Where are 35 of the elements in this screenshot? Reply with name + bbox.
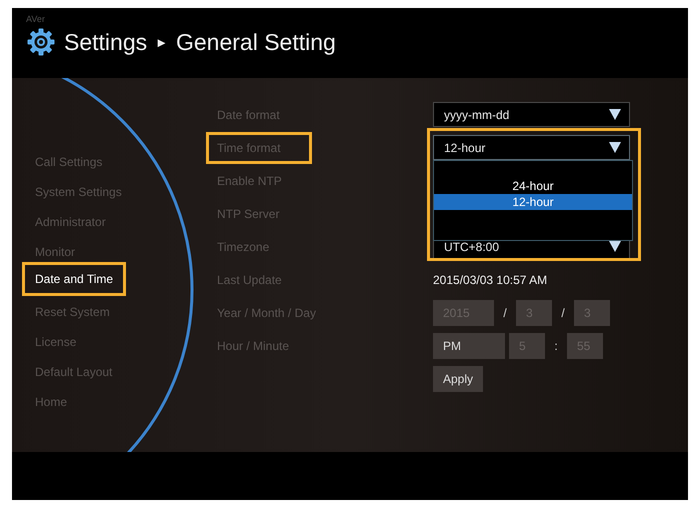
page-title: Settings <box>64 28 148 56</box>
dropdown-option[interactable]: 12-hour <box>434 194 632 210</box>
sidebar-item[interactable]: Default Layout <box>22 354 126 384</box>
sidebar-item[interactable]: Reset System <box>22 294 123 324</box>
field-label: Year / Month / Day <box>216 304 317 322</box>
last-update-value: 2015/03/03 10:57 AM <box>433 272 548 286</box>
logo-text: AVer <box>26 14 46 24</box>
field-separator: / <box>560 306 566 320</box>
sidebar-item[interactable]: Administrator <box>22 204 119 234</box>
dropdown-arrow-icon <box>609 109 621 120</box>
sidebar-item[interactable]: Monitor <box>22 234 88 264</box>
apply-button[interactable]: Apply <box>433 366 484 392</box>
dropdown-arrow-icon <box>609 142 621 153</box>
dropdown[interactable]: yyyy-mm-dd <box>433 102 630 127</box>
breadcrumb-separator: ► <box>155 34 168 50</box>
dropdown-option[interactable]: 24-hour <box>434 178 632 194</box>
input-field[interactable]: PM <box>433 332 505 358</box>
field-separator: / <box>502 306 508 320</box>
field-label: Last Update <box>216 272 283 288</box>
field-label: Date format <box>216 106 281 124</box>
field-label: NTP Server <box>216 206 280 222</box>
settings-icon <box>26 27 56 57</box>
page-subtitle: General Setting <box>176 28 336 56</box>
field-label: Timezone <box>216 238 270 256</box>
field-label: Hour / Minute <box>216 338 290 354</box>
sidebar-item[interactable]: License <box>22 324 90 354</box>
dropdown[interactable]: 12-hour <box>433 135 630 160</box>
sidebar-item[interactable]: Home <box>22 384 80 414</box>
sidebar-item[interactable]: Date and Time <box>22 262 126 296</box>
field-separator: : <box>553 338 559 352</box>
dropdown-arrow-icon <box>609 241 621 252</box>
field-label: Time format <box>206 132 312 164</box>
sidebar-item[interactable]: Call Settings <box>22 144 116 174</box>
sidebar-item[interactable]: System Settings <box>22 174 135 204</box>
field-label: Enable NTP <box>216 172 283 190</box>
